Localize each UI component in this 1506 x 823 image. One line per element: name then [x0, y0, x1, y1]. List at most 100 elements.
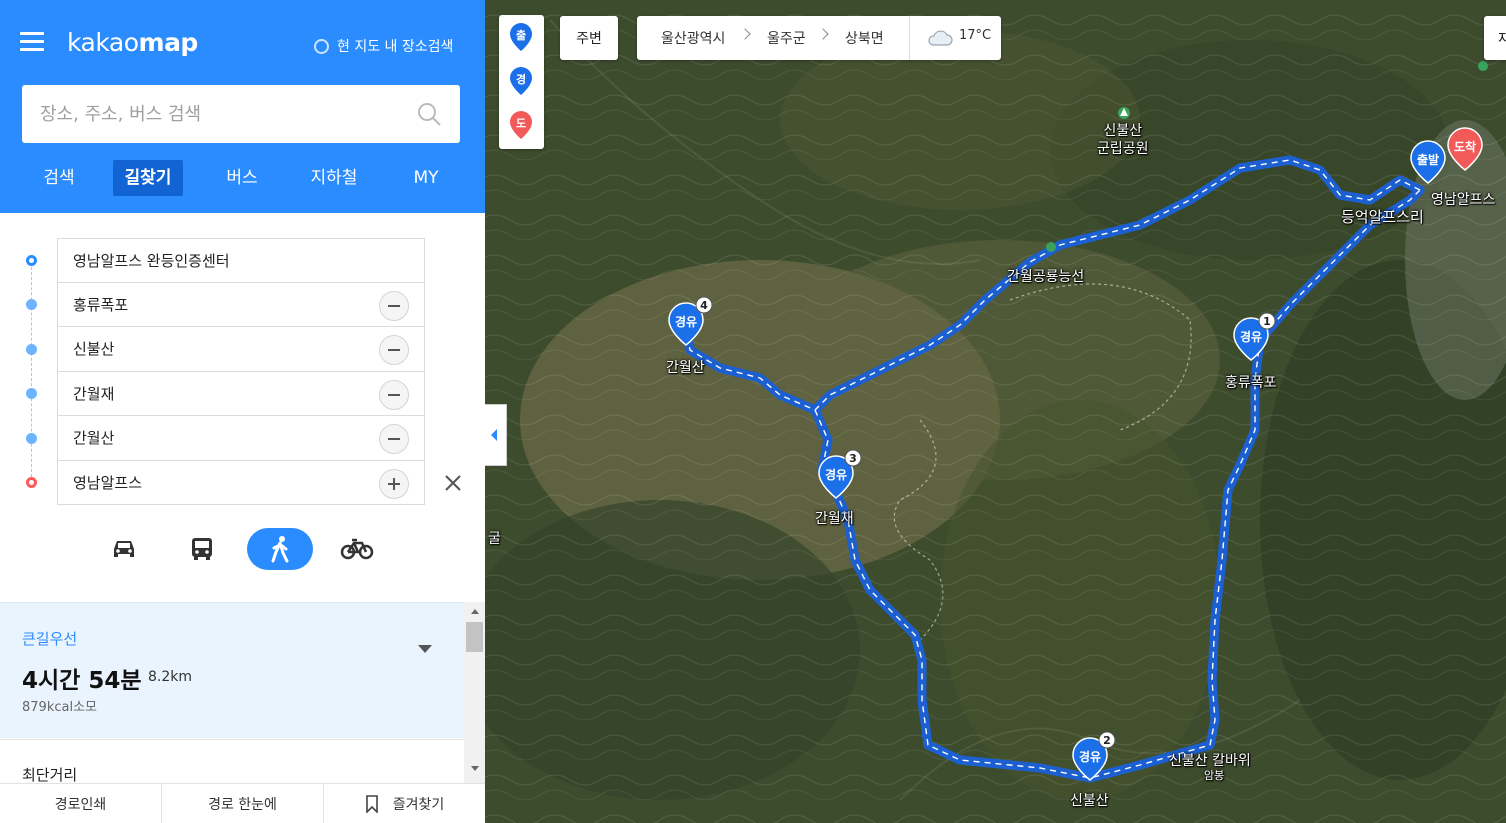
- legend-start-label: 출: [516, 28, 526, 42]
- search-icon[interactable]: [416, 101, 442, 127]
- remove-waypoint-button[interactable]: [379, 379, 409, 410]
- waypoint-list: 영남알프스 완등인증센터 홍류폭포 신불산 간월재 간월산 영남알프스: [57, 238, 425, 505]
- map-label-ambong[interactable]: 암봉: [1204, 767, 1224, 783]
- pin-number: 4: [700, 299, 708, 312]
- remove-waypoint-button[interactable]: [379, 424, 409, 454]
- waypoint-via[interactable]: 간월재: [57, 371, 425, 416]
- legend-end-label: 도: [516, 117, 526, 130]
- remove-waypoint-button[interactable]: [379, 335, 409, 365]
- temperature: 17°C: [959, 28, 992, 43]
- breadcrumb-county[interactable]: 울주군: [767, 28, 806, 48]
- pin-label: 경유: [675, 315, 697, 329]
- legend-end-pin[interactable]: 도: [510, 111, 532, 139]
- overview-label: 경로 한눈에: [208, 797, 277, 813]
- end-dot-icon: [26, 477, 37, 488]
- map-label-yeongnam[interactable]: 영남알프스: [1431, 189, 1495, 209]
- mode-walk-button[interactable]: [247, 528, 313, 570]
- pin-label: 출발: [1417, 152, 1439, 167]
- park-poi-icon[interactable]: [1118, 107, 1130, 119]
- radio-icon[interactable]: [314, 38, 329, 54]
- chevron-right-icon: [739, 28, 751, 40]
- route-option-primary[interactable]: 큰길우선 4시간 54분 8.2km 879kcal소모: [0, 602, 464, 738]
- route-overview-button[interactable]: 경로 한눈에: [162, 784, 324, 823]
- satellite-map[interactable]: 경유 1 경유 2 경유 3 경유 4 출발 도착: [485, 0, 1506, 823]
- map-label-hongryu[interactable]: 홍류폭포: [1225, 372, 1277, 392]
- collapse-panel-button[interactable]: [485, 404, 507, 466]
- remove-waypoint-button[interactable]: [379, 290, 409, 321]
- waypoint-label: 간월산: [73, 429, 115, 448]
- legend-start-pin[interactable]: 출: [510, 23, 532, 51]
- waypoint-label: 홍류폭포: [73, 295, 129, 314]
- mode-bus-button[interactable]: [169, 528, 235, 570]
- waypoint-end[interactable]: 영남알프스: [57, 460, 425, 505]
- main-tabs: 검색 길찾기 버스 지하철 MY: [0, 160, 485, 198]
- address-breadcrumb: 울산광역시 울주군 상북면 17°C: [637, 16, 1001, 60]
- mode-bike-button[interactable]: [324, 528, 390, 570]
- scroll-thumb[interactable]: [466, 622, 483, 652]
- scroll-down-icon[interactable]: [471, 766, 479, 771]
- bus-icon: [192, 538, 212, 560]
- waypoint-label: 간월재: [73, 384, 115, 403]
- logo[interactable]: kakaomap: [67, 28, 198, 57]
- search-input[interactable]: [22, 85, 402, 143]
- nearby-button[interactable]: 주변: [560, 16, 618, 60]
- map-label-trailhead[interactable]: 등억알프스리: [1341, 206, 1424, 227]
- bookmark-label: 즐겨찾기: [392, 797, 445, 813]
- logo-suffix: map: [138, 28, 199, 57]
- map-label-park[interactable]: 신불산 군립공원: [1097, 122, 1149, 158]
- map-label-ganwoljae[interactable]: 간월재: [815, 508, 854, 528]
- bottom-action-bar: 경로인쇄 경로 한눈에 즐겨찾기: [0, 783, 485, 823]
- chevron-down-icon[interactable]: [418, 645, 432, 653]
- map-label-cave[interactable]: 굴: [488, 528, 501, 548]
- waypoint-via[interactable]: 신불산: [57, 327, 425, 372]
- local-search-label: 현 지도 내 장소검색: [337, 39, 454, 55]
- map-view[interactable]: 경유 1 경유 2 경유 3 경유 4 출발 도착 신불산 군립공원 간월공룡능…: [485, 0, 1506, 823]
- waypoint-start[interactable]: 영남알프스 완등인증센터: [57, 238, 425, 283]
- tab-subway[interactable]: 지하철: [306, 160, 362, 196]
- scroll-up-icon[interactable]: [471, 609, 479, 614]
- pin-label: 경유: [1079, 750, 1101, 764]
- breadcrumb-city[interactable]: 울산광역시: [661, 28, 725, 48]
- map-type-label: 지: [1498, 32, 1506, 47]
- route-alt-label: 최단거리: [22, 766, 78, 784]
- waypoint-via[interactable]: 홍류폭포: [57, 282, 425, 327]
- logo-prefix: kakao: [67, 28, 139, 57]
- cloud-icon: [928, 30, 953, 46]
- poi-dot-icon[interactable]: [1046, 242, 1056, 252]
- waypoint-connector: [31, 262, 32, 482]
- print-route-button[interactable]: 경로인쇄: [0, 784, 162, 823]
- via-dot-icon: [26, 299, 37, 310]
- header-bar: kakaomap 현 지도 내 장소검색 검색 길찾기 버스 지하철 MY: [0, 0, 485, 213]
- local-search-toggle[interactable]: 현 지도 내 장소검색: [314, 36, 453, 56]
- poi-dot-icon[interactable]: [1478, 61, 1488, 71]
- map-label-sinbulsan[interactable]: 신불산: [1070, 790, 1109, 810]
- legend-via-pin[interactable]: 경: [510, 67, 532, 95]
- route-type-label: 큰길우선: [22, 630, 78, 648]
- add-waypoint-button[interactable]: [379, 468, 409, 499]
- waypoint-label: 신불산: [73, 340, 115, 359]
- legend-via-label: 경: [516, 72, 526, 86]
- breadcrumb-district[interactable]: 상북면: [845, 28, 884, 48]
- chevron-right-icon: [817, 28, 829, 40]
- menu-icon[interactable]: [20, 32, 44, 52]
- tab-directions[interactable]: 길찾기: [113, 160, 183, 196]
- sidebar-panel: kakaomap 현 지도 내 장소검색 검색 길찾기 버스 지하철 MY: [0, 0, 485, 823]
- pin-label: 경유: [1240, 330, 1262, 344]
- map-label-ganwolsan[interactable]: 간월산: [666, 357, 705, 377]
- tab-my[interactable]: MY: [408, 160, 444, 196]
- scrollbar[interactable]: [464, 602, 485, 783]
- tab-search[interactable]: 검색: [38, 160, 80, 196]
- mode-car-button[interactable]: [91, 528, 157, 570]
- walking-icon: [271, 536, 289, 563]
- print-label: 경로인쇄: [54, 797, 107, 813]
- route-calories: 879kcal소모: [22, 700, 97, 715]
- bookmark-button[interactable]: 즐겨찾기: [324, 784, 485, 823]
- waypoint-via[interactable]: 간월산: [57, 416, 425, 461]
- map-label-ridge[interactable]: 간월공룡능선: [1007, 266, 1084, 286]
- route-option-secondary[interactable]: 최단거리: [0, 739, 464, 784]
- divider: [909, 16, 910, 60]
- close-icon[interactable]: [443, 473, 463, 493]
- map-type-button[interactable]: 지: [1484, 16, 1506, 60]
- tab-bus[interactable]: 버스: [222, 160, 262, 196]
- pin-number: 3: [849, 452, 857, 465]
